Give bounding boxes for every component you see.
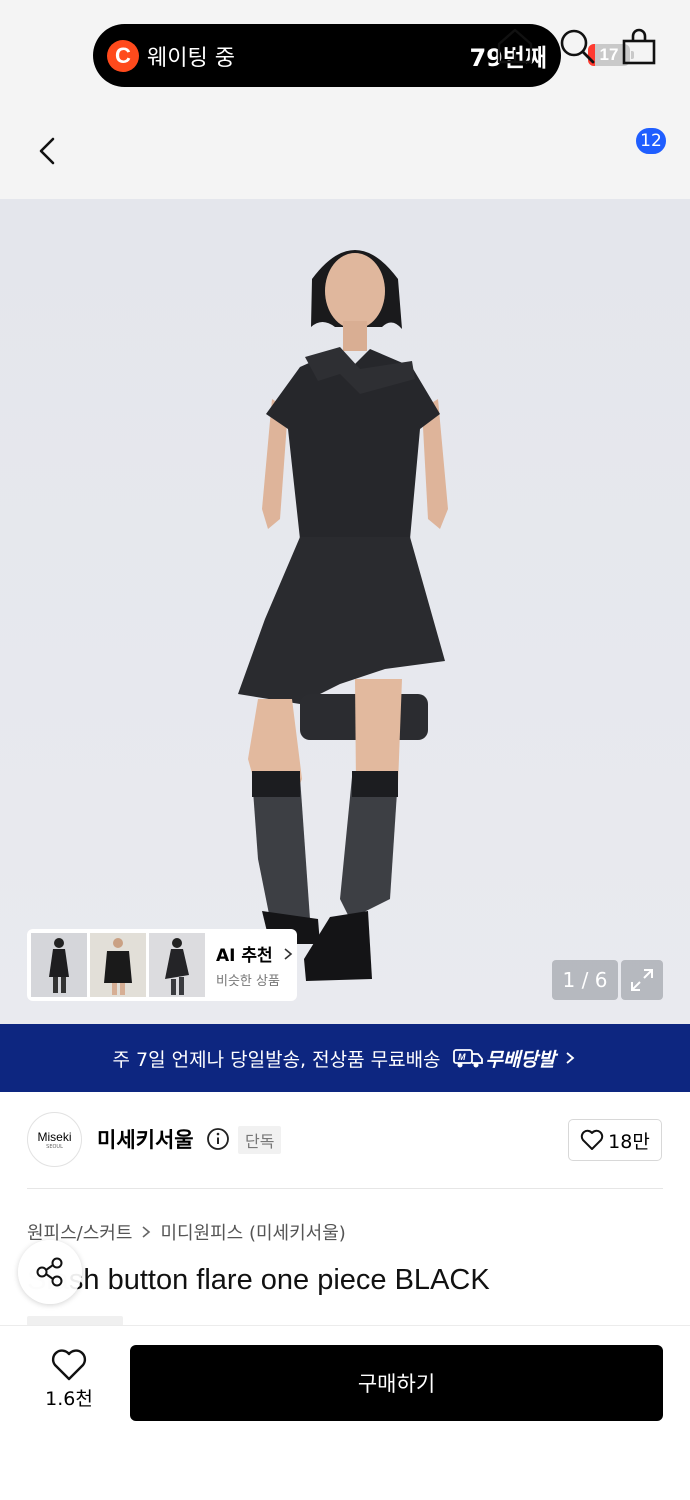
delivery-promo-banner[interactable]: 주 7일 언제나 당일발송, 전상품 무료배송 M 무배당발 — [0, 1024, 690, 1092]
chevron-right-icon — [566, 1052, 575, 1064]
brand-info-button[interactable] — [206, 1127, 230, 1151]
exclusive-badge: 단독 — [238, 1126, 282, 1154]
ai-thumbnail[interactable] — [31, 933, 87, 997]
chevron-left-icon — [39, 137, 55, 165]
waiting-pill[interactable]: C 웨이팅 중 79번째 — [93, 24, 561, 87]
product-image[interactable] — [0, 199, 690, 1024]
product-title-visible: sh button flare one piece BLACK — [68, 1264, 490, 1296]
divider — [27, 1188, 663, 1189]
back-button[interactable] — [28, 131, 68, 171]
chevron-right-icon — [284, 948, 292, 960]
search-button[interactable] — [556, 25, 598, 67]
waiting-text: 웨이팅 중 — [147, 45, 235, 71]
breadcrumb: 원피스/스커트 미디원피스 (미세키서울) — [27, 1219, 346, 1245]
brand-like-button[interactable]: 18만 — [568, 1119, 662, 1161]
heart-icon — [580, 1129, 604, 1150]
svg-text:M: M — [458, 1052, 466, 1062]
shopping-bag-icon — [622, 28, 656, 65]
search-icon — [560, 29, 595, 64]
ai-thumbnail[interactable] — [90, 933, 146, 997]
home-icon — [497, 28, 533, 64]
breadcrumb-subcategory[interactable]: 미디원피스 (미세키서울) — [160, 1219, 345, 1245]
image-counter: 1 / 6 — [552, 960, 618, 1000]
waiting-app-logo: C — [107, 39, 139, 72]
brand-logo-text: Miseki — [37, 1129, 72, 1144]
info-icon — [207, 1128, 229, 1150]
product-photo — [0, 199, 690, 1024]
thumb-image — [149, 933, 205, 997]
promo-text: 주 7일 언제나 당일발송, 전상품 무료배송 — [112, 1048, 441, 1071]
thumb-image — [31, 933, 87, 997]
heart-icon — [51, 1349, 87, 1381]
brand-like-count: 18만 — [608, 1130, 650, 1153]
ai-subtitle: 비슷한 상품 — [216, 974, 280, 989]
brand-logo[interactable]: Miseki SEOUL — [27, 1112, 82, 1167]
ai-recommendation-card[interactable]: AI 추천 비슷한 상품 — [27, 929, 297, 1001]
cart-button[interactable] — [618, 25, 660, 67]
cart-count-badge: 12 — [634, 126, 668, 156]
promo-badge-label: 무배당발 — [485, 1048, 556, 1071]
buy-button[interactable]: 구매하기 — [130, 1345, 663, 1421]
ai-title: AI 추천 — [216, 946, 273, 966]
share-button[interactable] — [18, 1240, 82, 1304]
free-delivery-badge: M 무배당발 — [452, 1045, 578, 1072]
delivery-truck-icon: M — [452, 1049, 483, 1068]
home-button[interactable] — [494, 25, 536, 67]
expand-image-button[interactable] — [621, 960, 663, 1000]
wishlist-count: 1.6천 — [45, 1388, 93, 1410]
chevron-right-icon — [142, 1226, 151, 1238]
product-title: Slash button flare one piece BLACK — [27, 1264, 490, 1297]
expand-icon — [631, 969, 653, 991]
ai-recommendation-text: AI 추천 비슷한 상품 — [216, 941, 293, 989]
brand-name[interactable]: 미세키서울 — [97, 1124, 194, 1154]
wishlist-button[interactable]: 1.6천 — [38, 1348, 100, 1418]
thumb-image — [90, 933, 146, 997]
ai-thumbnail[interactable] — [149, 933, 205, 997]
brand-logo-sub: SEOUL — [46, 1143, 63, 1150]
nav-bar — [0, 105, 690, 199]
share-icon — [36, 1257, 63, 1287]
